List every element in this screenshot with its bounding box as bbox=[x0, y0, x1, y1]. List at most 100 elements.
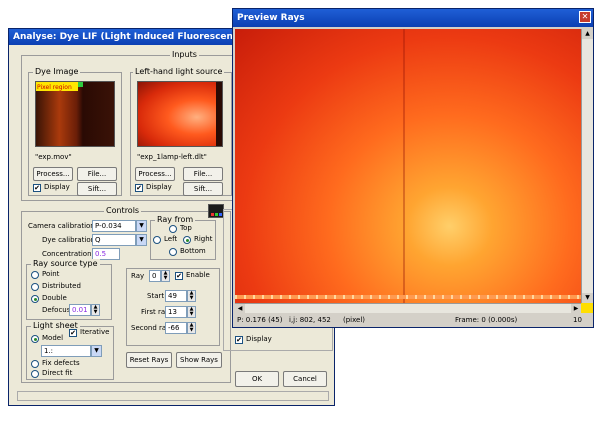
display2-label: Display bbox=[246, 335, 272, 343]
ray-source-label: Ray source type bbox=[31, 259, 100, 268]
dye-cal-dropdown-icon[interactable]: ▼ bbox=[136, 234, 147, 246]
camera-cal-select[interactable]: P-0.034 bbox=[92, 220, 136, 232]
ray-spinner[interactable]: ▲ ▼ bbox=[161, 270, 170, 282]
ray-line bbox=[403, 29, 405, 303]
pixel-region-overlay[interactable]: Pixel region bbox=[36, 82, 78, 91]
ray-from-label: Ray from bbox=[155, 215, 196, 224]
inputs-label: Inputs bbox=[170, 50, 199, 59]
fix-defects-radio[interactable] bbox=[31, 360, 39, 368]
status-unit: (pixel) bbox=[343, 316, 366, 324]
lefthand-process-button[interactable]: Process... bbox=[135, 167, 175, 181]
scroll-right-icon[interactable]: ▶ bbox=[571, 304, 581, 313]
enable-label: Enable bbox=[186, 271, 210, 279]
double-radio[interactable] bbox=[31, 295, 39, 303]
status-ij: i,j: 802, 452 bbox=[289, 316, 331, 324]
horizontal-scrollbar[interactable]: ◀ ▶ bbox=[235, 303, 581, 313]
analyse-title: Analyse: Dye LIF (Light Induced Fluoresc… bbox=[13, 32, 249, 42]
distributed-radio[interactable] bbox=[31, 283, 39, 291]
preview-image[interactable] bbox=[235, 29, 581, 303]
ray-from-right-label: Right bbox=[194, 235, 213, 243]
ray-source-group: Ray source type Point Distributed Double… bbox=[26, 259, 112, 320]
ray-from-right-radio[interactable] bbox=[183, 236, 191, 244]
ray-group: Ray 0 ▲ ▼ ✔ Enable Start 49 ▲ ▼ First ray … bbox=[126, 268, 220, 346]
status-bar bbox=[17, 391, 329, 401]
start-spinner[interactable]: ▲ ▼ bbox=[187, 290, 196, 302]
ray-from-top-label: Top bbox=[180, 224, 192, 232]
color-picker-icon[interactable] bbox=[208, 204, 224, 218]
start-input[interactable]: 49 bbox=[165, 290, 187, 302]
close-icon[interactable]: ✕ bbox=[579, 11, 591, 23]
ray-input[interactable]: 0 bbox=[149, 270, 161, 282]
dye-image-thumbnail[interactable]: Pixel region bbox=[35, 81, 115, 147]
ray-from-bottom-label: Bottom bbox=[180, 247, 206, 255]
point-label: Point bbox=[42, 270, 60, 278]
dye-cal-label: Dye calibration bbox=[42, 236, 96, 244]
model-dropdown-icon[interactable]: ▼ bbox=[91, 345, 102, 357]
bottom-noise-band bbox=[235, 295, 581, 299]
scroll-up-icon[interactable]: ▲ bbox=[582, 29, 593, 39]
defocus-spinner[interactable]: ▲ ▼ bbox=[91, 304, 100, 316]
first-ray-input[interactable]: 13 bbox=[165, 306, 187, 318]
enable-checkbox[interactable]: ✔ bbox=[175, 272, 183, 280]
preview-window: Preview Rays ✕ ▲ ▼ ◀ ▶ P: 0.176 (45) i,j:… bbox=[232, 8, 594, 328]
direct-fit-label: Direct fit bbox=[42, 369, 73, 377]
display2-checkbox[interactable]: ✔ bbox=[235, 336, 243, 344]
concentration-label: Concentration bbox=[42, 250, 92, 258]
fix-defects-label: Fix defects bbox=[42, 359, 80, 367]
scroll-down-icon[interactable]: ▼ bbox=[582, 293, 593, 303]
lefthand-source-group: Left-hand light source "exp_1lamp-left.d… bbox=[130, 67, 232, 196]
lefthand-thumbnail[interactable] bbox=[137, 81, 223, 147]
status-zoom: 10 bbox=[573, 316, 582, 324]
controls-group: Controls Camera calibration P-0.034 ▼ Dy… bbox=[21, 204, 231, 383]
dye-file-name: "exp.mov" bbox=[35, 153, 72, 161]
dye-display-label: Display bbox=[44, 183, 70, 191]
direct-fit-radio[interactable] bbox=[31, 370, 39, 378]
double-label: Double bbox=[42, 294, 67, 302]
dye-process-button[interactable]: Process... bbox=[33, 167, 73, 181]
model-radio[interactable] bbox=[31, 335, 39, 343]
distributed-label: Distributed bbox=[42, 282, 81, 290]
lefthand-dark-border bbox=[216, 82, 222, 146]
lefthand-file-name: "exp_1lamp-left.dlt" bbox=[137, 153, 207, 161]
point-radio[interactable] bbox=[31, 271, 39, 279]
dye-file-button[interactable]: File... bbox=[77, 167, 117, 181]
camera-cal-dropdown-icon[interactable]: ▼ bbox=[136, 220, 147, 232]
preview-title: Preview Rays bbox=[237, 13, 305, 23]
iterative-checkbox[interactable]: ✔ bbox=[69, 329, 77, 337]
ray-from-bottom-radio[interactable] bbox=[169, 248, 177, 256]
camera-cal-label: Camera calibration bbox=[28, 222, 95, 230]
lefthand-file-button[interactable]: File... bbox=[183, 167, 223, 181]
dye-image-group: Dye Image Pixel region "exp.mov" Process… bbox=[28, 67, 122, 196]
controls-label: Controls bbox=[104, 206, 142, 215]
iterative-label: Iterative bbox=[80, 328, 110, 336]
defocus-input[interactable]: 0.01 bbox=[69, 304, 91, 316]
status-position: P: 0.176 (45) bbox=[237, 316, 283, 324]
model-label: Model bbox=[42, 334, 64, 342]
show-rays-button[interactable]: Show Rays bbox=[176, 352, 222, 368]
ray-from-top-radio[interactable] bbox=[169, 225, 177, 233]
ok-button[interactable]: OK bbox=[235, 371, 279, 387]
dye-display-checkbox[interactable]: ✔ bbox=[33, 184, 41, 192]
scroll-left-icon[interactable]: ◀ bbox=[235, 304, 245, 313]
reset-rays-button[interactable]: Reset Rays bbox=[126, 352, 172, 368]
cancel-button[interactable]: Cancel bbox=[283, 371, 327, 387]
first-ray-spinner[interactable]: ▲ ▼ bbox=[187, 306, 196, 318]
dye-cal-select[interactable]: Q bbox=[92, 234, 136, 246]
vertical-scrollbar[interactable]: ▲ ▼ bbox=[581, 29, 593, 303]
start-label: Start bbox=[147, 292, 165, 300]
preview-titlebar: Preview Rays ✕ bbox=[233, 9, 593, 27]
lefthand-sift-button[interactable]: Sift... bbox=[183, 182, 223, 196]
lefthand-display-label: Display bbox=[146, 183, 172, 191]
model-select[interactable]: 1.: bbox=[41, 345, 91, 357]
pixel-region-marker bbox=[78, 82, 83, 87]
dye-sift-button[interactable]: Sift... bbox=[77, 182, 117, 196]
lefthand-source-label: Left-hand light source bbox=[133, 67, 225, 76]
status-frame: Frame: 0 (0.000s) bbox=[455, 316, 518, 324]
resize-grip-icon[interactable] bbox=[581, 303, 593, 313]
dye-image-label: Dye Image bbox=[33, 67, 81, 76]
ray-from-left-radio[interactable] bbox=[153, 236, 161, 244]
ray-from-left-label: Left bbox=[164, 235, 178, 243]
second-ray-input[interactable]: -66 bbox=[165, 322, 187, 334]
second-ray-spinner[interactable]: ▲ ▼ bbox=[187, 322, 196, 334]
lefthand-display-checkbox[interactable]: ✔ bbox=[135, 184, 143, 192]
